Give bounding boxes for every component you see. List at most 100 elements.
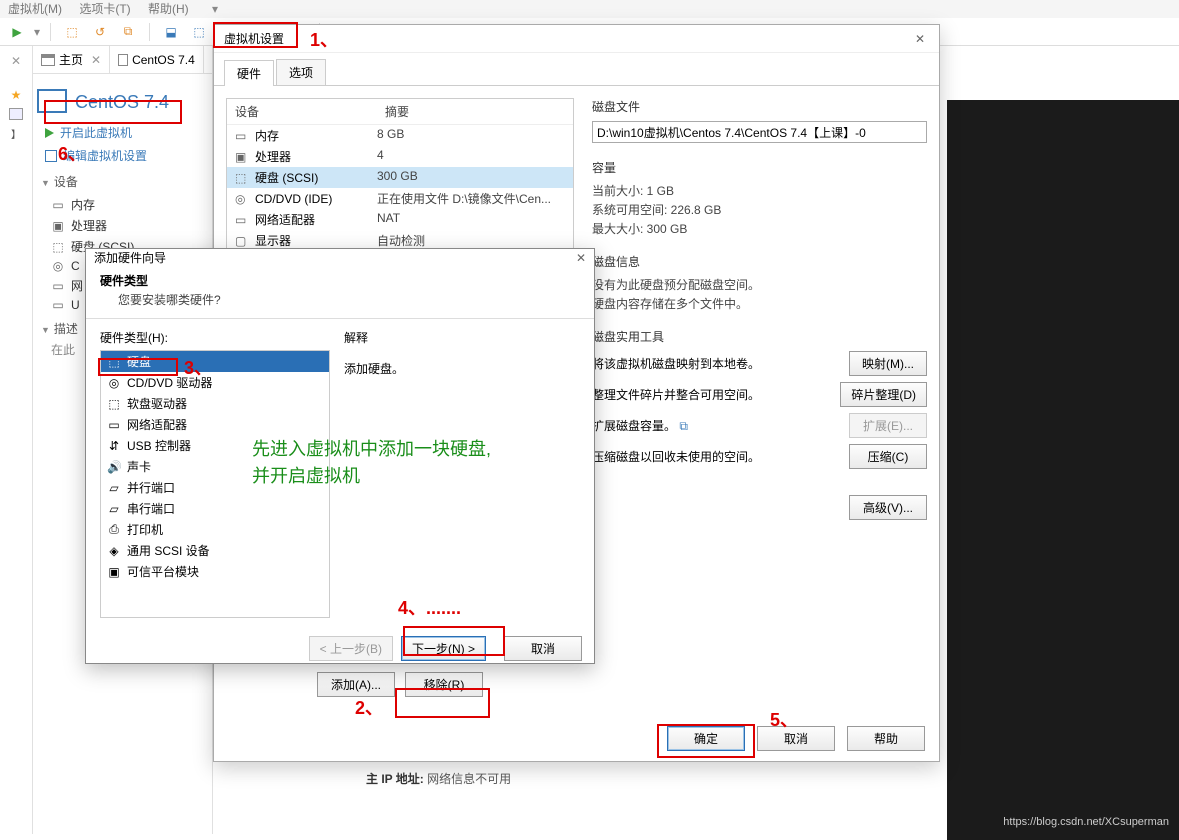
- menu-vm[interactable]: 虚拟机(M): [8, 2, 62, 16]
- device-icon: ▢: [235, 234, 249, 248]
- device-icon: ◎: [235, 192, 249, 206]
- close-icon[interactable]: ✕: [911, 32, 929, 46]
- cancel-button[interactable]: 取消: [504, 636, 582, 661]
- hw-icon: ◎: [107, 376, 121, 390]
- vm-console: [947, 100, 1179, 840]
- annot-1: 1、: [310, 26, 338, 52]
- desc-text: 添加硬盘。: [344, 360, 580, 377]
- close-icon[interactable]: ✕: [91, 53, 101, 67]
- annot-6: 6、: [58, 140, 86, 166]
- disk-info-label: 磁盘信息: [592, 253, 927, 270]
- defrag-button[interactable]: 碎片整理(D): [840, 382, 927, 407]
- annot-box-1: [213, 22, 298, 48]
- hw-type-label: 硬件类型(H):: [100, 329, 330, 346]
- menubar: 虚拟机(M) 选项卡(T) 帮助(H) ▾: [0, 0, 1179, 18]
- expand-button: 扩展(E)...: [849, 413, 927, 438]
- free-space: 系统可用空间: 226.8 GB: [592, 201, 927, 218]
- col-summary: 摘要: [377, 99, 417, 124]
- device-row[interactable]: ▭网络适配器NAT: [227, 209, 573, 230]
- annot-2: 2、: [355, 694, 383, 720]
- device-icon: ▣: [51, 219, 65, 233]
- annot-5: 5、: [770, 706, 798, 732]
- device-icon: ▭: [235, 129, 249, 143]
- play-icon: [45, 128, 54, 138]
- device-icon: ▭: [51, 198, 65, 212]
- hw-icon: 🔊: [107, 460, 121, 474]
- disk-util-label: 磁盘实用工具: [592, 328, 927, 345]
- capacity-label: 容量: [592, 159, 927, 176]
- device-row[interactable]: ◎CD/DVD (IDE)正在使用文件 D:\镜像文件\Cen...: [227, 188, 573, 209]
- device-icon: ⬚: [51, 240, 65, 254]
- hw-type-item[interactable]: ⎙打印机: [101, 519, 329, 540]
- desc-label: 解释: [344, 329, 580, 346]
- back-button: < 上一步(B): [309, 636, 393, 661]
- revert-icon[interactable]: ↺: [89, 21, 111, 43]
- defrag-text: 整理文件碎片并整合可用空间。: [592, 386, 760, 403]
- hw-icon: ⬚: [107, 397, 121, 411]
- wizard-subheading: 您要安装哪类硬件?: [100, 291, 580, 308]
- close-icon[interactable]: ✕: [576, 251, 586, 265]
- map-text: 将该虚拟机磁盘映射到本地卷。: [592, 355, 760, 372]
- device-icon: ▭: [51, 279, 65, 293]
- vm-thumb-icon[interactable]: [9, 108, 23, 120]
- hw-icon: ▣: [107, 565, 121, 579]
- tabs-row: 主页✕ CentOS 7.4: [33, 46, 212, 74]
- annot-box-6: [44, 100, 182, 124]
- sidebar-device[interactable]: ▣处理器: [51, 215, 206, 236]
- annot-box-3: [98, 358, 178, 376]
- vm-icon: [118, 54, 128, 66]
- device-icon: ▭: [235, 213, 249, 227]
- home-icon: [41, 54, 55, 66]
- wizard-heading: 硬件类型: [100, 272, 580, 289]
- annot-box-4: [403, 626, 505, 656]
- annot-box-2: [395, 688, 490, 718]
- library-gutter: ✕ ★ 】: [0, 46, 33, 834]
- hw-type-item[interactable]: ⬚软盘驱动器: [101, 393, 329, 414]
- tab-hardware[interactable]: 硬件: [224, 60, 274, 86]
- green-note: 先进入虚拟机中添加一块硬盘, 并开启虚拟机: [252, 436, 491, 490]
- device-icon: ▭: [51, 298, 65, 312]
- hw-type-item[interactable]: ◈通用 SCSI 设备: [101, 540, 329, 561]
- hw-type-item[interactable]: ▭网络适配器: [101, 414, 329, 435]
- tab-vm[interactable]: CentOS 7.4: [110, 46, 204, 73]
- ip-info: 主 IP 地址: 网络信息不可用: [366, 770, 511, 787]
- sidebar-device[interactable]: ▭内存: [51, 194, 206, 215]
- tab-options[interactable]: 选项: [276, 59, 326, 85]
- hw-icon: ▭: [107, 418, 121, 432]
- section-devices[interactable]: 设备: [33, 167, 212, 194]
- device-icon: ⬚: [235, 171, 249, 185]
- map-button[interactable]: 映射(M)...: [849, 351, 927, 376]
- close-icon[interactable]: ✕: [0, 54, 32, 68]
- manage-icon[interactable]: ⧉: [117, 21, 139, 43]
- device-row[interactable]: ⬚硬盘 (SCSI)300 GB: [227, 167, 573, 188]
- hw-icon: ◈: [107, 544, 121, 558]
- hw-icon: ▱: [107, 481, 121, 495]
- menu-help[interactable]: 帮助(H): [148, 2, 189, 16]
- tab-home[interactable]: 主页✕: [33, 46, 110, 73]
- advanced-button[interactable]: 高级(V)...: [849, 495, 927, 520]
- hw-icon: ⎙: [107, 522, 121, 537]
- current-size: 当前大小: 1 GB: [592, 182, 927, 199]
- disk-path-input[interactable]: [592, 121, 927, 143]
- device-row[interactable]: ▣处理器4: [227, 146, 573, 167]
- annot-box-5: [657, 724, 755, 758]
- help-button[interactable]: 帮助: [847, 726, 925, 751]
- tool-icon[interactable]: ⬓: [160, 21, 182, 43]
- hw-type-item[interactable]: ▣可信平台模块: [101, 561, 329, 582]
- watermark: https://blog.csdn.net/XCsuperman: [1003, 816, 1169, 828]
- compact-button[interactable]: 压缩(C): [849, 444, 927, 469]
- hw-type-item[interactable]: ▱串行端口: [101, 498, 329, 519]
- snapshot-icon[interactable]: ⬚: [61, 21, 83, 43]
- disk-file-label: 磁盘文件: [592, 98, 927, 115]
- device-row[interactable]: ▭内存8 GB: [227, 125, 573, 146]
- annot-4: 4、.......: [398, 594, 461, 620]
- play-icon[interactable]: ▶: [6, 21, 28, 43]
- info-line-2: 硬盘内容存储在多个文件中。: [592, 295, 927, 312]
- tool2-icon[interactable]: ⬚: [188, 21, 210, 43]
- wizard-title: 添加硬件向导: [94, 249, 576, 266]
- info-line-1: 没有为此硬盘预分配磁盘空间。: [592, 276, 927, 293]
- col-device: 设备: [227, 99, 377, 124]
- device-icon: ◎: [51, 259, 65, 273]
- menu-tabs[interactable]: 选项卡(T): [79, 2, 130, 16]
- star-icon[interactable]: ★: [0, 88, 32, 102]
